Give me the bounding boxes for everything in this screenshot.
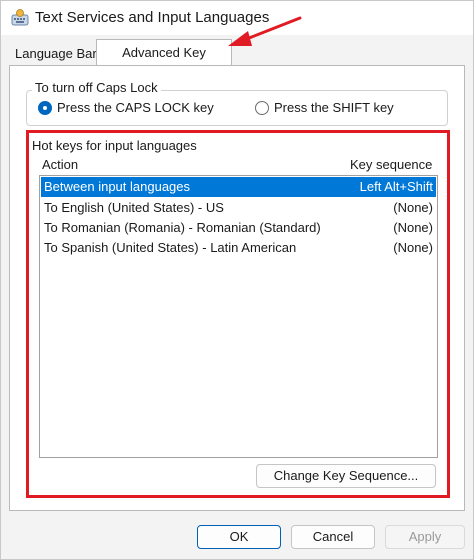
list-item-key: (None) [393, 200, 433, 215]
ok-button[interactable]: OK [197, 525, 281, 549]
caps-lock-group-title: To turn off Caps Lock [32, 80, 161, 95]
hot-keys-list[interactable]: Between input languages Left Alt+Shift T… [39, 175, 438, 458]
radio-selected-icon [38, 101, 52, 115]
list-item[interactable]: To English (United States) - US (None) [41, 198, 436, 218]
tab-strip: Language Bar Advanced Key Settings [1, 39, 473, 86]
keyboard-globe-icon [11, 9, 29, 26]
list-item-action: To Romanian (Romania) - Romanian (Standa… [44, 220, 321, 235]
radio-unselected-icon [255, 101, 269, 115]
list-item[interactable]: Between input languages Left Alt+Shift [41, 177, 436, 197]
list-item-action: To English (United States) - US [44, 200, 224, 215]
list-item-key: (None) [393, 220, 433, 235]
list-item[interactable]: To Romanian (Romania) - Romanian (Standa… [41, 218, 436, 238]
apply-button[interactable]: Apply [385, 525, 465, 549]
tab-advanced-key-settings[interactable]: Advanced Key Settings [96, 39, 232, 86]
title-bar[interactable]: Text Services and Input Languages [1, 1, 473, 35]
column-header-key-sequence[interactable]: Key sequence [350, 157, 432, 172]
radio-shift-label: Press the SHIFT key [274, 100, 394, 115]
dialog-window: Text Services and Input Languages Langua… [0, 0, 474, 560]
tab-language-bar[interactable]: Language Bar [9, 43, 103, 65]
radio-caps-lock-label: Press the CAPS LOCK key [57, 100, 214, 115]
window-title: Text Services and Input Languages [35, 9, 270, 26]
cancel-button[interactable]: Cancel [291, 525, 375, 549]
advanced-key-settings-panel: To turn off Caps Lock Press the CAPS LOC… [9, 65, 465, 511]
hot-keys-group-title: Hot keys for input languages [32, 138, 197, 153]
list-item-action: To Spanish (United States) - Latin Ameri… [44, 240, 297, 255]
list-item-key: (None) [393, 240, 433, 255]
column-header-action[interactable]: Action [42, 157, 78, 172]
list-item[interactable]: To Spanish (United States) - Latin Ameri… [41, 238, 436, 258]
list-item-action: Between input languages [44, 179, 191, 194]
list-item-key: Left Alt+Shift [359, 179, 433, 194]
change-key-sequence-button[interactable]: Change Key Sequence... [256, 464, 436, 488]
